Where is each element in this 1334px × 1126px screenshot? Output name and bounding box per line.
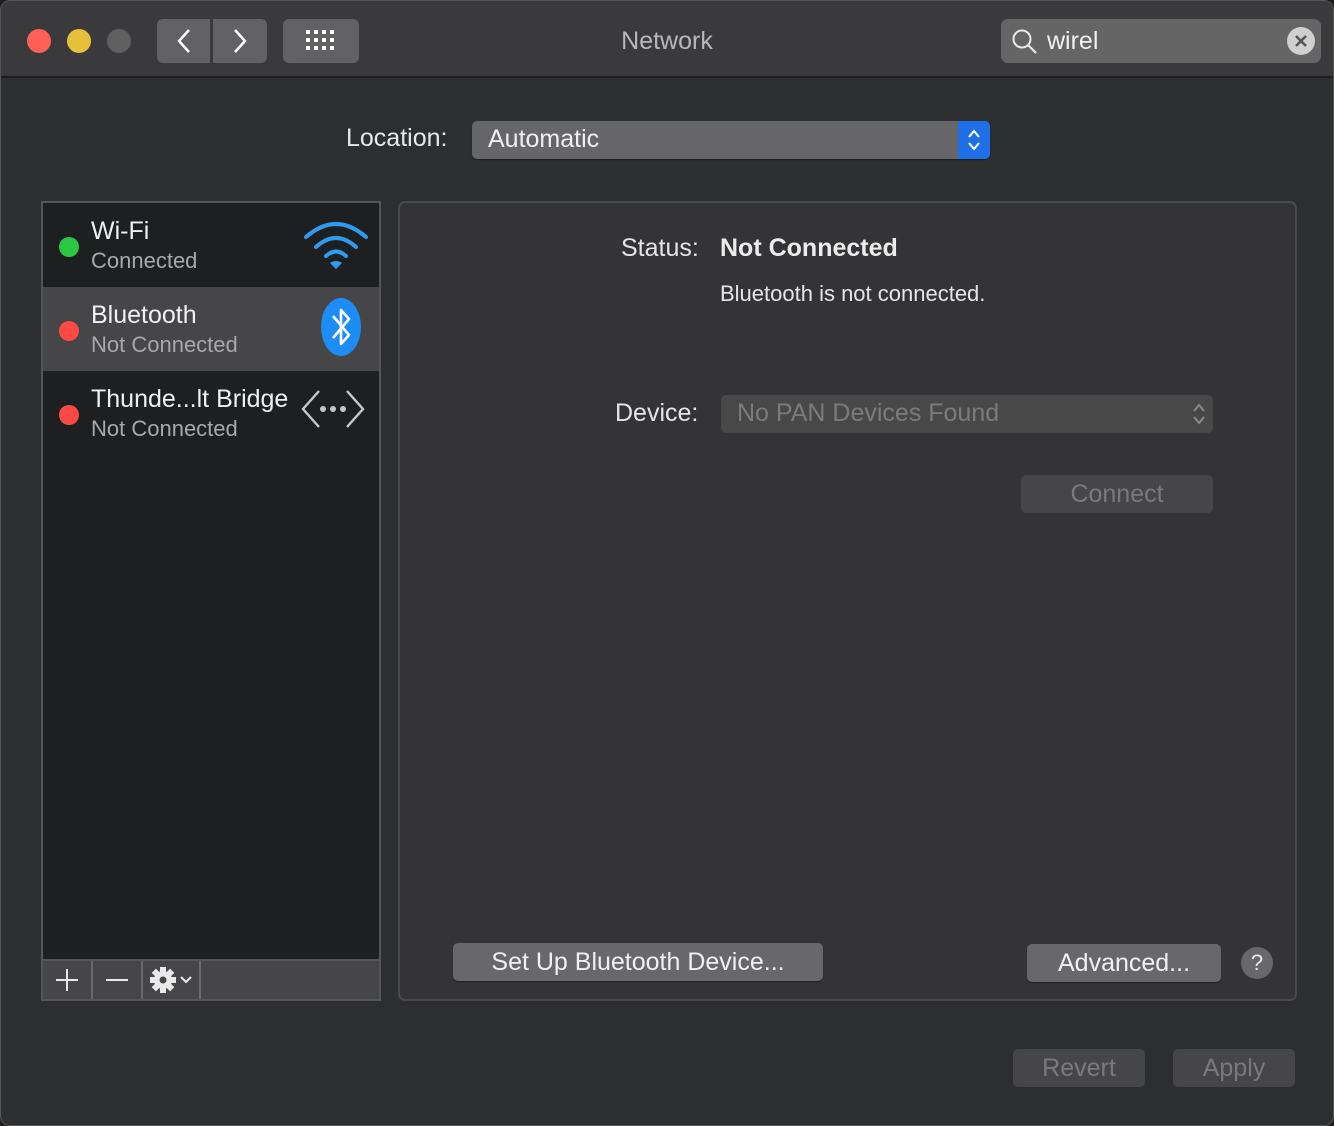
service-actions-menu-button[interactable] — [143, 961, 201, 999]
minus-icon — [106, 979, 128, 981]
device-label: Device: — [615, 399, 699, 427]
service-item-thunderbolt-bridge[interactable]: Thunde...lt Bridge Not Connected — [43, 371, 379, 455]
apply-button[interactable]: Apply — [1173, 1049, 1295, 1087]
chevron-down-icon — [180, 976, 192, 984]
clear-search-button[interactable] — [1287, 27, 1315, 55]
help-button[interactable]: ? — [1241, 947, 1273, 979]
location-value: Automatic — [488, 125, 600, 153]
revert-button[interactable]: Revert — [1013, 1049, 1145, 1087]
location-select[interactable]: Automatic — [472, 121, 990, 159]
search-input[interactable]: wirel — [1047, 27, 1098, 56]
service-name: Thunde...lt Bridge — [91, 385, 289, 413]
service-name: Wi-Fi — [91, 217, 150, 245]
network-preferences-window: Network wirel Location: Automatic Wi-Fi … — [0, 0, 1334, 1126]
detail-panel — [398, 201, 1297, 1001]
device-value: No PAN Devices Found — [737, 399, 1000, 427]
service-list: Wi-Fi Connected Bluetooth Not Connected … — [41, 201, 381, 961]
service-item-wifi[interactable]: Wi-Fi Connected — [43, 203, 379, 287]
bluetooth-icon — [321, 298, 361, 356]
device-select: No PAN Devices Found — [721, 395, 1213, 433]
status-dot-red — [59, 405, 79, 425]
location-label: Location: — [346, 124, 448, 152]
plus-icon — [56, 969, 78, 991]
status-value: Not Connected — [720, 234, 898, 262]
advanced-button[interactable]: Advanced... — [1027, 944, 1221, 982]
wifi-icon — [304, 222, 368, 269]
up-down-chevron-icon — [968, 129, 980, 151]
service-status: Not Connected — [91, 332, 238, 357]
search-icon — [1012, 29, 1037, 54]
status-description: Bluetooth is not connected. — [720, 281, 986, 306]
setup-bluetooth-device-button[interactable]: Set Up Bluetooth Device... — [453, 943, 823, 981]
service-status: Connected — [91, 248, 198, 273]
close-icon — [1295, 35, 1307, 47]
search-field[interactable]: wirel — [1001, 19, 1321, 63]
service-name: Bluetooth — [91, 301, 197, 329]
service-status: Not Connected — [91, 416, 238, 441]
status-dot-red — [59, 321, 79, 341]
add-service-button[interactable] — [43, 961, 93, 999]
up-down-chevron-icon — [1193, 403, 1205, 425]
connect-button[interactable]: Connect — [1021, 475, 1213, 513]
remove-service-button[interactable] — [93, 961, 143, 999]
bridge-icon — [301, 390, 365, 428]
status-label: Status: — [621, 234, 699, 262]
status-dot-green — [59, 237, 79, 257]
location-stepper[interactable] — [958, 121, 990, 159]
gear-icon — [150, 967, 176, 993]
service-list-toolbar — [41, 959, 381, 1001]
titlebar: Network wirel — [1, 1, 1333, 78]
service-item-bluetooth[interactable]: Bluetooth Not Connected — [43, 287, 379, 371]
